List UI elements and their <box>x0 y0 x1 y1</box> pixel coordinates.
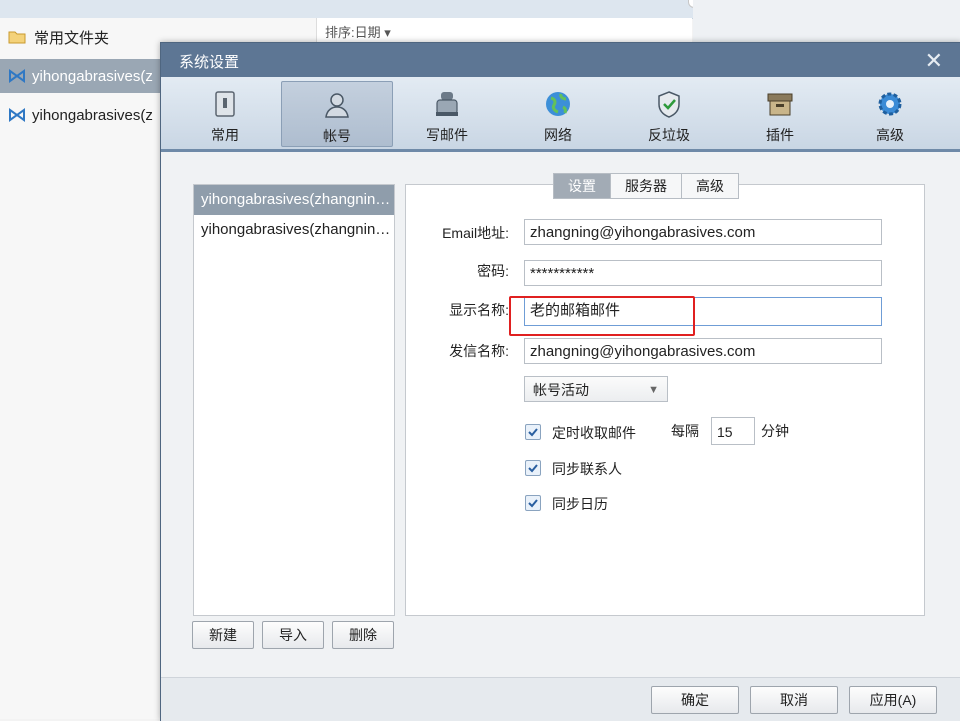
account-status-select[interactable]: 帐号活动 ▼ <box>524 376 668 402</box>
interval-unit: 分钟 <box>761 423 789 439</box>
sync-calendar-label: 同步日历 <box>552 496 608 512</box>
account-user-icon <box>325 93 349 118</box>
settings-tabs: 设置 服务器 高级 <box>553 173 739 199</box>
sort-dropdown[interactable]: 排序:日期 ▾ <box>325 22 391 41</box>
account-list-item[interactable]: yihongabrasives(zhangning@yihongabrasive… <box>194 185 394 215</box>
tool-label: 反垃圾 <box>648 127 690 143</box>
tab-settings[interactable]: 设置 <box>553 173 611 199</box>
folder-label: yihongabrasives(z <box>32 106 153 124</box>
interval-input[interactable]: 15 <box>711 417 755 445</box>
tool-advanced[interactable]: 高级 <box>835 81 945 145</box>
select-value: 帐号活动 <box>533 382 589 398</box>
account-list-item[interactable]: yihongabrasives(zhangning@yihongabrasive… <box>194 215 394 245</box>
chevron-down-icon: ▼ <box>648 384 659 396</box>
cancel-button[interactable]: 取消 <box>750 686 838 714</box>
dialog-titlebar: 系统设置 ✕ <box>161 43 960 77</box>
checkmark-icon <box>528 499 538 508</box>
tool-account[interactable]: 帐号 <box>281 81 393 147</box>
antispam-shield-icon <box>658 91 680 118</box>
tab-server[interactable]: 服务器 <box>610 173 682 199</box>
sync-contacts-checkbox[interactable] <box>525 460 541 476</box>
tool-label: 高级 <box>876 127 904 143</box>
ok-button[interactable]: 确定 <box>651 686 739 714</box>
display-name-label: 显示名称: <box>449 302 509 318</box>
dialog-footer: 确定 取消 应用(A) <box>161 677 960 721</box>
network-globe-icon <box>546 92 570 116</box>
sync-calendar-checkbox[interactable] <box>525 495 541 511</box>
check-mail-checkbox[interactable] <box>525 424 541 440</box>
sync-contacts-label: 同步联系人 <box>552 461 622 477</box>
settings-dialog: 系统设置 ✕ 常用 帐号 写邮件 网络 反垃圾 插件 高级 yihongabra… <box>160 42 960 721</box>
folder-label: yihongabrasives(z <box>32 67 153 85</box>
checkmark-icon <box>528 428 538 437</box>
tool-antispam[interactable]: 反垃圾 <box>614 81 724 145</box>
interval-prefix: 每隔 <box>671 423 699 439</box>
tool-compose[interactable]: 写邮件 <box>392 81 502 145</box>
import-account-button[interactable]: 导入 <box>262 621 324 649</box>
tab-advanced[interactable]: 高级 <box>681 173 739 199</box>
tool-label: 写邮件 <box>426 127 468 143</box>
account-icon <box>9 69 25 83</box>
password-field[interactable]: *********** <box>524 260 882 286</box>
apply-button[interactable]: 应用(A) <box>849 686 937 714</box>
compose-icon <box>436 92 458 116</box>
account-list: yihongabrasives(zhangning@yihongabrasive… <box>193 184 395 616</box>
close-button[interactable]: ✕ <box>925 48 943 74</box>
folder-label: 常用文件夹 <box>34 29 110 47</box>
account-icon <box>9 108 25 122</box>
highlight-box <box>509 296 695 336</box>
tool-label: 网络 <box>544 127 572 143</box>
tool-general[interactable]: 常用 <box>170 81 280 145</box>
sender-name-field[interactable]: zhangning@yihongabrasives.com <box>524 338 882 364</box>
tool-label: 插件 <box>766 127 794 143</box>
checkmark-icon <box>528 464 538 473</box>
check-mail-label: 定时收取邮件 <box>552 425 636 441</box>
tool-plugin[interactable]: 插件 <box>725 81 835 145</box>
sender-name-label: 发信名称: <box>449 343 509 359</box>
settings-toolbar: 常用 帐号 写邮件 网络 反垃圾 插件 高级 <box>161 77 960 152</box>
email-field[interactable]: zhangning@yihongabrasives.com <box>524 219 882 245</box>
plugin-box-icon <box>767 93 793 116</box>
new-account-button[interactable]: 新建 <box>192 621 254 649</box>
password-label: 密码: <box>477 263 509 279</box>
tool-network[interactable]: 网络 <box>503 81 613 145</box>
folder-icon <box>8 31 26 44</box>
general-icon <box>215 91 235 117</box>
tool-label: 帐号 <box>323 128 351 144</box>
advanced-gear-icon <box>878 92 902 116</box>
delete-account-button[interactable]: 删除 <box>332 621 394 649</box>
email-label: Email地址: <box>442 225 509 241</box>
dialog-title: 系统设置 <box>179 54 240 71</box>
tool-label: 常用 <box>211 127 239 143</box>
